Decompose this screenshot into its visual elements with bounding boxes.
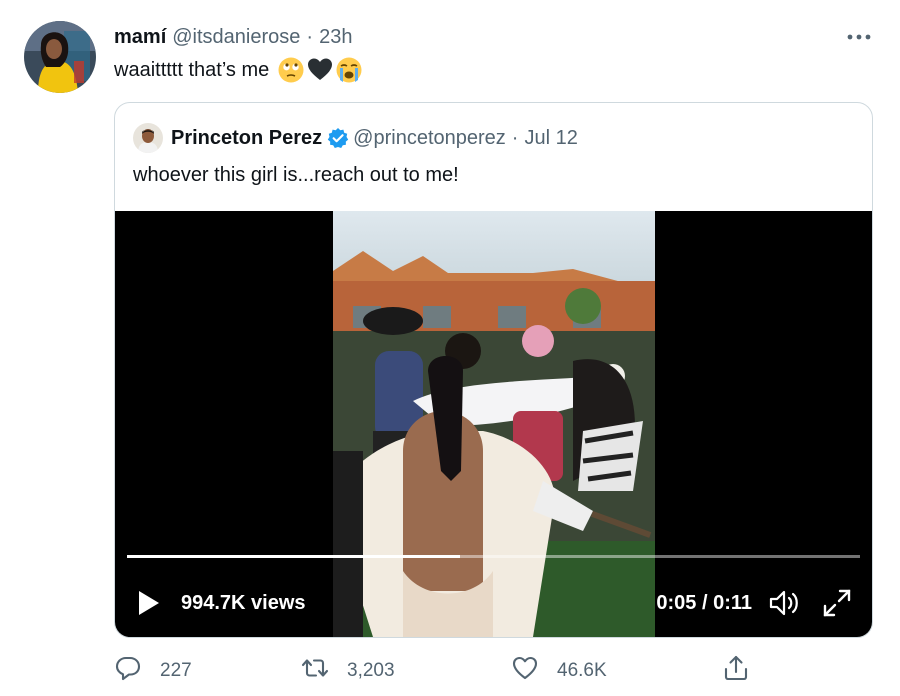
retweet-icon bbox=[301, 654, 329, 688]
avatar[interactable] bbox=[24, 21, 96, 93]
tweet-header: mamí @itsdanierose · 23h bbox=[114, 24, 352, 50]
quoted-date[interactable]: Jul 12 bbox=[524, 127, 577, 150]
volume-icon[interactable] bbox=[768, 588, 800, 618]
share-icon bbox=[722, 654, 750, 688]
quoted-avatar[interactable] bbox=[133, 123, 163, 153]
share-button[interactable] bbox=[722, 654, 750, 688]
reply-count: 227 bbox=[160, 660, 192, 681]
timestamp[interactable]: 23h bbox=[319, 26, 352, 49]
quoted-tweet-header: Princeton Perez @princetonperez · Jul 12 bbox=[133, 122, 578, 154]
face-with-rolling-eyes-emoji bbox=[277, 56, 305, 84]
loudly-crying-face-emoji bbox=[335, 56, 363, 84]
quoted-author-name[interactable]: Princeton Perez bbox=[171, 127, 322, 150]
reply-icon bbox=[114, 654, 142, 688]
like-button[interactable]: 46.6K bbox=[511, 654, 607, 688]
like-count: 46.6K bbox=[557, 660, 607, 681]
fullscreen-icon[interactable] bbox=[821, 587, 853, 619]
verified-icon bbox=[327, 127, 349, 149]
retweet-count: 3,203 bbox=[347, 660, 395, 681]
quoted-tweet-text: whoever this girl is...reach out to me! bbox=[133, 163, 459, 186]
retweet-button[interactable]: 3,203 bbox=[301, 654, 395, 688]
video-timecode: 0:05 / 0:11 bbox=[656, 591, 752, 614]
more-icon[interactable] bbox=[846, 24, 872, 50]
quoted-separator-dot: · bbox=[511, 126, 519, 149]
author-name[interactable]: mamí bbox=[114, 26, 166, 49]
reply-button[interactable]: 227 bbox=[114, 654, 192, 688]
like-icon bbox=[511, 654, 539, 688]
video-frame bbox=[333, 211, 655, 637]
quoted-author-handle[interactable]: @princetonperez bbox=[353, 127, 506, 150]
quoted-tweet[interactable]: Princeton Perez @princetonperez · Jul 12… bbox=[114, 102, 873, 638]
tweet-text: waaittttt that’s me bbox=[114, 56, 363, 84]
separator-dot: · bbox=[306, 25, 314, 48]
video-progress-fill bbox=[127, 555, 461, 558]
view-count: 994.7K views bbox=[181, 591, 306, 614]
play-icon[interactable] bbox=[135, 588, 163, 618]
author-handle[interactable]: @itsdanierose bbox=[172, 26, 300, 49]
video-player[interactable]: 994.7K views 0:05 / 0:11 bbox=[115, 211, 872, 637]
video-progress-bar[interactable] bbox=[127, 555, 860, 558]
tweet-actions: 227 3,203 46.6K bbox=[114, 654, 754, 688]
tweet: mamí @itsdanierose · 23h waaittttt that’… bbox=[0, 0, 900, 696]
tweet-text-content: waaittttt that’s me bbox=[114, 58, 270, 81]
black-heart-emoji bbox=[306, 56, 334, 84]
